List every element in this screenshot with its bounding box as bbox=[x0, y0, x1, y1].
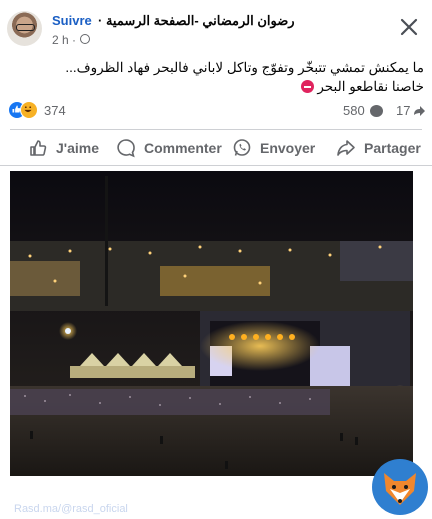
post-text: ما يمكنش تمشي تتبخّر وتفوّج وتاكل لاباني… bbox=[14, 58, 424, 96]
action-bar: J'aime Commenter Envoyer Partager bbox=[0, 131, 432, 165]
post-line-2: خاصنا نقاطعو البحر bbox=[317, 79, 424, 94]
whatsapp-icon bbox=[233, 139, 251, 156]
send-label: Envoyer bbox=[260, 140, 316, 156]
comment-button[interactable]: Commenter bbox=[116, 131, 222, 165]
divider bbox=[10, 129, 422, 130]
comments-count[interactable]: 580 bbox=[343, 103, 365, 118]
send-button[interactable]: Envoyer bbox=[232, 131, 315, 165]
no-entry-icon bbox=[300, 80, 314, 93]
globe-icon bbox=[80, 34, 90, 44]
watermark: Rasd.ma/@rasd_oficial bbox=[14, 503, 128, 515]
divider bbox=[0, 165, 432, 166]
like-label: J'aime bbox=[56, 140, 100, 156]
concert-photo bbox=[10, 171, 413, 476]
follow-button[interactable]: Suivre bbox=[52, 13, 92, 28]
stats-bar: 374 580 17 bbox=[0, 98, 432, 124]
post-header: Suivre رضوان الرمضاني -الصفحة الرسمية · … bbox=[0, 0, 432, 52]
haha-reaction-icon[interactable] bbox=[20, 101, 38, 119]
thumbs-up-icon bbox=[30, 140, 47, 156]
fox-logo-icon bbox=[372, 459, 428, 515]
reactions-count[interactable]: 374 bbox=[44, 103, 66, 118]
shares-count[interactable]: 17 bbox=[396, 103, 410, 118]
post-time[interactable]: 2 h · bbox=[52, 33, 76, 47]
comment-count-icon bbox=[370, 105, 383, 117]
share-arrow-icon bbox=[337, 140, 355, 156]
comment-label: Commenter bbox=[144, 140, 222, 156]
post-photo[interactable] bbox=[10, 171, 413, 476]
post-line-1: ما يمكنش تمشي تتبخّر وتفوّج وتاكل لاباني… bbox=[65, 60, 424, 75]
close-icon[interactable] bbox=[398, 16, 420, 38]
like-button[interactable]: J'aime bbox=[28, 131, 99, 165]
author-name[interactable]: رضوان الرمضاني -الصفحة الرسمية · bbox=[98, 13, 295, 29]
comment-icon bbox=[117, 139, 135, 158]
author-avatar[interactable] bbox=[7, 11, 42, 46]
share-button[interactable]: Partager bbox=[336, 131, 421, 165]
share-count-icon bbox=[414, 106, 425, 116]
share-label: Partager bbox=[364, 140, 421, 156]
